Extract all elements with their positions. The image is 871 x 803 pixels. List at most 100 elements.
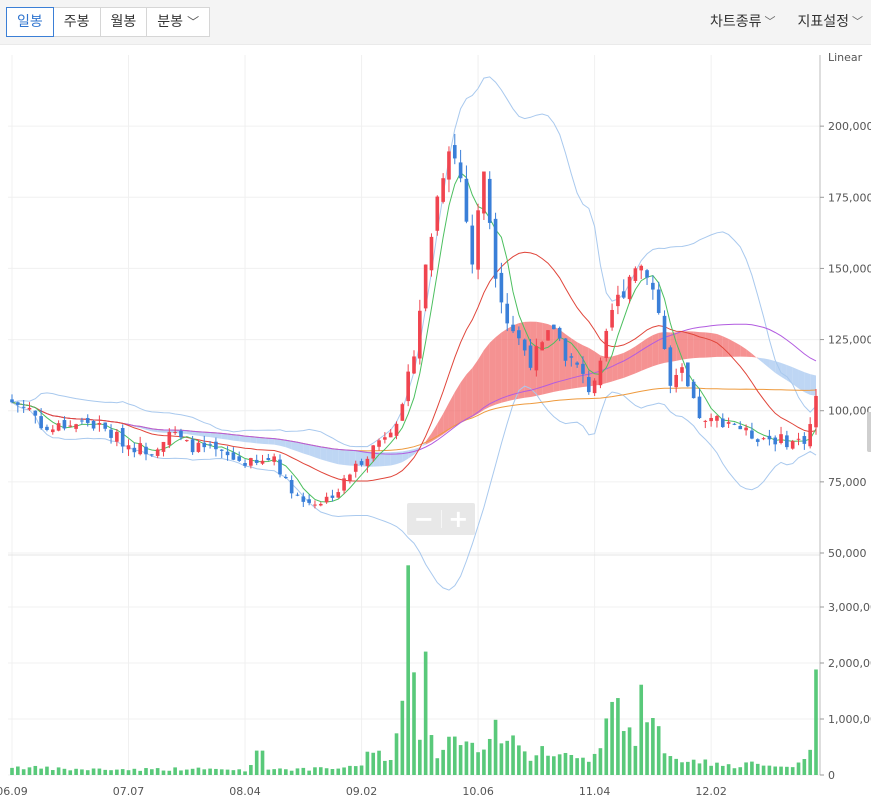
ichimoku-cloud (268, 438, 275, 445)
ichimoku-cloud (291, 441, 298, 452)
candle-body (720, 418, 725, 428)
volume-bar (656, 726, 661, 775)
volume-bar (423, 651, 428, 775)
stock-chart[interactable]: Linear 200,000 175,000 150,000 125,000 100,00… (0, 45, 871, 803)
candle-body (249, 458, 253, 466)
candle-body (709, 417, 713, 422)
price-tick-label: 200,000 (828, 120, 871, 133)
candle-body (16, 402, 20, 405)
volume-bar (214, 768, 218, 775)
tab-daily[interactable]: 일봉 (6, 7, 54, 37)
candle-body (196, 442, 201, 452)
ichimoku-cloud (687, 331, 694, 359)
chart-type-dropdown[interactable]: 차트종류 ﹀ (710, 11, 776, 31)
volume-tick-label: 3,000,000 (828, 601, 871, 614)
candle-body (767, 435, 772, 440)
volume-bar (103, 769, 108, 775)
ichimoku-cloud (617, 352, 624, 380)
candle-body (56, 423, 61, 431)
volume-bar (179, 770, 183, 775)
candle-body (21, 406, 26, 408)
candle-body (755, 439, 760, 442)
volume-bar (91, 768, 96, 775)
volume-bar (505, 740, 510, 775)
zoom-out-button[interactable]: − (407, 503, 441, 535)
volume-bar (272, 769, 276, 775)
candle-body (540, 342, 544, 351)
ichimoku-cloud (297, 442, 304, 454)
chart-options-menu: 차트종류 ﹀ 지표설정 ﹀ (710, 11, 863, 31)
candle-body (726, 422, 731, 424)
candle-body (85, 418, 90, 423)
volume-bar (435, 758, 440, 775)
candle-body (715, 416, 719, 421)
volume-bar (289, 770, 294, 775)
volume-bar (487, 738, 492, 775)
ichimoku-cloud (402, 450, 409, 463)
candle-body (563, 338, 568, 361)
ichimoku-cloud (303, 443, 310, 456)
tab-monthly[interactable]: 월봉 (99, 7, 148, 37)
ichimoku-cloud (740, 345, 747, 357)
candle-body (412, 356, 416, 374)
candle-body (674, 374, 678, 388)
candle-body (184, 440, 189, 442)
tab-minute[interactable]: 분봉 ﹀ (146, 7, 211, 37)
candle-body (785, 435, 789, 448)
date-tick-label: 11.04 (579, 785, 611, 798)
ichimoku-cloud (798, 369, 805, 393)
candle-body (237, 456, 242, 461)
volume-bar (115, 769, 119, 775)
volume-bar (144, 768, 148, 775)
volume-tick-label: 2,000,000 (828, 657, 871, 670)
candle-body (301, 496, 306, 502)
volume-bar (575, 758, 579, 775)
volume-bar (697, 763, 702, 775)
ichimoku-cloud (711, 332, 717, 358)
price-tick-label: 75,000 (828, 476, 867, 489)
volume-bar (464, 741, 469, 775)
volume-bar (755, 763, 760, 775)
tab-weekly[interactable]: 주봉 (52, 7, 101, 37)
ichimoku-cloud (489, 337, 496, 407)
volume-bar (33, 765, 38, 775)
candle-body (732, 423, 737, 425)
ichimoku-cloud (699, 332, 706, 358)
resize-handle[interactable] (867, 412, 871, 452)
volume-bar (458, 745, 463, 775)
volume-bar (167, 770, 172, 775)
candle-body (779, 434, 783, 443)
candle-body (138, 443, 142, 455)
candle-body (581, 363, 585, 374)
ichimoku-cloud (314, 445, 321, 460)
candle-body (575, 362, 579, 365)
volume-bar (138, 770, 142, 775)
volume-bar (761, 765, 766, 775)
volume-bar (592, 753, 597, 775)
price-tick-label: 50,000 (828, 547, 867, 560)
volume-bar (709, 765, 713, 775)
zoom-in-button[interactable]: + (442, 503, 476, 535)
volume-bar (610, 701, 614, 775)
chevron-down-icon: ﹀ (187, 15, 200, 29)
volume-bar (383, 760, 387, 775)
volume-bar (284, 769, 288, 775)
ichimoku-cloud (338, 449, 345, 466)
candle-body (214, 441, 218, 450)
candle-body (511, 324, 515, 332)
volume-bar (732, 768, 737, 775)
candle-body (144, 446, 148, 455)
candle-body (418, 310, 422, 359)
volume-bar (540, 746, 544, 775)
candle-body (738, 425, 743, 430)
volume-bar (394, 733, 399, 775)
volume-bar (109, 770, 113, 775)
candle-body (552, 324, 556, 330)
volume-bar (388, 759, 393, 775)
volume-bar (249, 765, 253, 775)
volume-bar (651, 717, 655, 775)
indicator-settings-dropdown[interactable]: 지표설정 ﹀ (797, 11, 863, 31)
volume-bar (208, 768, 212, 775)
volume-tick-label: 0 (828, 769, 835, 782)
ichimoku-cloud (495, 332, 502, 405)
